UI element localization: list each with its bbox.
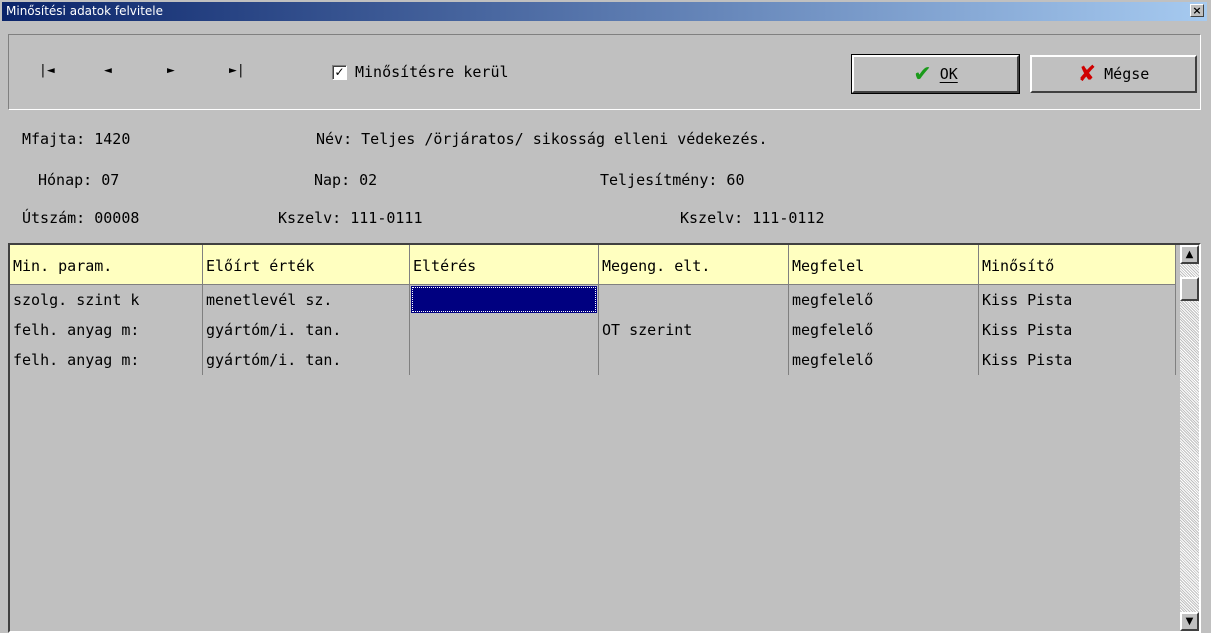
grid-cell-megfelel[interactable]: megfelelő: [789, 285, 979, 315]
next-record-button[interactable]: ►: [167, 63, 175, 78]
grid-cell-minosito[interactable]: Kiss Pista: [979, 315, 1176, 345]
last-record-button[interactable]: ►|: [229, 63, 245, 78]
grid-cell-megeng-elt[interactable]: [599, 345, 789, 375]
minosites-checkbox[interactable]: ✓: [332, 64, 347, 80]
column-header-megfelel[interactable]: Megfelel: [789, 245, 979, 285]
grid-cell-min-param[interactable]: felh. anyag m:: [10, 345, 203, 375]
column-header-elteres[interactable]: Eltérés: [410, 245, 599, 285]
checkmark-icon: ✔: [913, 61, 932, 87]
teljesitmeny-field: Teljesítmény: 60: [600, 171, 745, 189]
nev-field: Név: Teljes /örjáratos/ sikosság elleni …: [316, 130, 768, 148]
ok-button-label: OK: [939, 65, 958, 83]
scroll-down-icon[interactable]: ▼: [1180, 612, 1199, 631]
grid-cell-megeng-elt[interactable]: [599, 285, 789, 315]
grid-cell-megfelel[interactable]: megfelelő: [789, 345, 979, 375]
column-header-minosito[interactable]: Minősítő: [979, 245, 1176, 285]
column-header-megeng-elt[interactable]: Megeng. elt.: [599, 245, 789, 285]
column-header-eloirt-ertek[interactable]: Előírt érték: [203, 245, 410, 285]
cancel-button-label: Mégse: [1104, 65, 1150, 83]
grid-cell-minosito[interactable]: Kiss Pista: [979, 345, 1176, 375]
scroll-thumb[interactable]: [1180, 277, 1199, 301]
minosites-checkbox-label: Minősítésre kerül: [355, 63, 509, 81]
grid-cell-elteres[interactable]: [410, 315, 599, 345]
dialog-window: Minősítési adatok felvitele × |◄ ◄ ► ►| …: [0, 0, 1211, 633]
first-record-button[interactable]: |◄: [39, 63, 55, 78]
selected-cell-highlight[interactable]: [411, 286, 597, 313]
mfajta-field: Mfajta: 1420: [22, 130, 131, 148]
grid-cell-min-param[interactable]: szolg. szint k: [10, 285, 203, 315]
scroll-up-icon[interactable]: ▲: [1180, 245, 1199, 264]
window-title: Minősítési adatok felvitele: [6, 4, 164, 18]
grid-cell-megfelel[interactable]: megfelelő: [789, 315, 979, 345]
vertical-scrollbar[interactable]: ▲ ▼: [1180, 245, 1199, 631]
grid-cell-eloirt-ertek[interactable]: gyártóm/i. tan.: [203, 345, 410, 375]
grid-cell-megeng-elt[interactable]: OT szerint: [599, 315, 789, 345]
ok-button[interactable]: ✔ OK: [851, 54, 1020, 94]
kszelv-end-field: Kszelv: 111-0112: [680, 209, 825, 227]
nap-field: Nap: 02: [314, 171, 378, 189]
title-bar[interactable]: Minősítési adatok felvitele ×: [2, 2, 1207, 21]
data-grid[interactable]: ▲ ▼ Min. param. Előírt érték Eltérés Megeng…: [8, 243, 1201, 633]
cross-icon: ✘: [1077, 61, 1097, 87]
close-button[interactable]: ×: [1190, 4, 1204, 17]
minosites-checkbox-group[interactable]: ✓ Minősítésre kerül: [332, 63, 509, 81]
grid-cell-elteres[interactable]: [410, 345, 599, 375]
grid-cell-eloirt-ertek[interactable]: menetlevél sz.: [203, 285, 410, 315]
column-header-min-param[interactable]: Min. param.: [10, 245, 203, 285]
grid-cell-minosito[interactable]: Kiss Pista: [979, 285, 1176, 315]
honap-field: Hónap: 07: [38, 171, 120, 189]
grid-cell-min-param[interactable]: felh. anyag m:: [10, 315, 203, 345]
grid-cell-eloirt-ertek[interactable]: gyártóm/i. tan.: [203, 315, 410, 345]
kszelv-start-field: Kszelv: 111-0111: [278, 209, 423, 227]
cancel-button[interactable]: ✘ Mégse: [1030, 55, 1197, 93]
toolbar: |◄ ◄ ► ►| ✓ Minősítésre kerül ✔ OK ✘ Még…: [8, 34, 1201, 110]
previous-record-button[interactable]: ◄: [104, 63, 112, 78]
utszam-field: Útszám: 00008: [22, 209, 140, 227]
